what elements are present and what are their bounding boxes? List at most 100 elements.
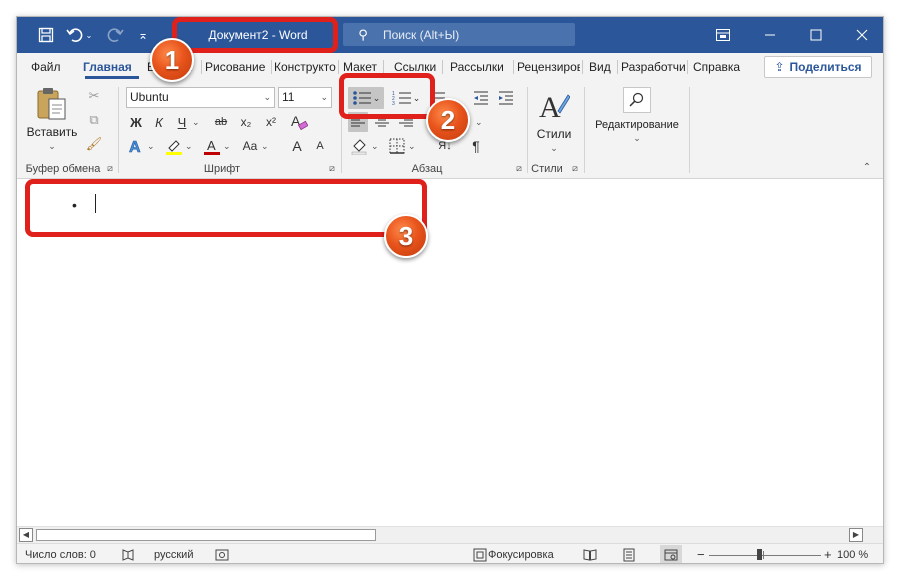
zoom-slider-thumb[interactable] [757, 549, 762, 560]
highlight-dropdown-icon[interactable]: ⌄ [185, 141, 193, 152]
grow-font-button[interactable]: A [287, 136, 307, 156]
shrink-font-button[interactable]: A [310, 136, 330, 156]
step-badge-1: 1 [150, 38, 194, 82]
borders-icon[interactable] [387, 136, 407, 156]
focus-icon[interactable] [472, 547, 488, 563]
font-color-dropdown-icon[interactable]: ⌄ [223, 141, 231, 152]
tab-design[interactable]: Конструктор [274, 53, 336, 81]
change-case-button[interactable]: Aa [240, 136, 260, 156]
customize-qat-icon[interactable]: ⌅ [131, 17, 155, 53]
line-spacing-dropdown-icon[interactable]: ⌄ [475, 117, 483, 128]
clipboard-launcher-icon[interactable]: ⧄ [105, 163, 115, 173]
styles-launcher-icon[interactable]: ⧄ [570, 163, 580, 173]
paste-label: Вставить [26, 125, 78, 139]
editing-dropdown-icon[interactable]: ⌄ [633, 133, 641, 144]
change-case-dropdown-icon[interactable]: ⌄ [261, 141, 269, 152]
share-button[interactable]: ⇪ Поделиться [764, 56, 872, 78]
highlight-box-bullets-button [339, 73, 435, 119]
shading-icon[interactable] [350, 136, 370, 156]
copy-icon[interactable]: ⧉ [84, 110, 104, 130]
svg-text:A: A [207, 138, 216, 153]
editing-button[interactable]: Редактирование ⌄ [589, 87, 685, 144]
macro-record-icon[interactable] [214, 547, 230, 563]
cut-icon[interactable]: ✂ [84, 86, 104, 106]
styles-dropdown-icon[interactable]: ⌄ [550, 143, 558, 154]
tab-mailings[interactable]: Рассылки [450, 53, 510, 81]
horizontal-scrollbar[interactable]: ◀ ▶ [17, 526, 883, 543]
tab-draw[interactable]: Рисование [205, 53, 269, 81]
zoom-out-button[interactable]: − [697, 544, 705, 563]
read-mode-icon[interactable] [582, 547, 598, 563]
text-effects-dropdown-icon[interactable]: ⌄ [147, 141, 155, 152]
step-badge-2: 2 [426, 98, 470, 142]
highlight-color-icon[interactable] [164, 136, 184, 156]
underline-button[interactable]: Ч [172, 112, 192, 132]
clear-formatting-icon[interactable]: A [289, 112, 309, 132]
font-size-dropdown-icon[interactable]: ⌄ [320, 88, 328, 107]
tab-help[interactable]: Справка [693, 53, 749, 81]
focus-mode[interactable]: Фокусировка [488, 544, 554, 563]
tab-view[interactable]: Вид [589, 53, 615, 81]
ribbon-display-options-icon[interactable] [700, 17, 746, 53]
italic-button[interactable]: К [149, 112, 169, 132]
search-placeholder: Поиск (Alt+Ы) [383, 27, 460, 42]
superscript-button[interactable]: x² [261, 112, 281, 132]
tab-home[interactable]: Главная [83, 53, 141, 81]
maximize-icon[interactable] [793, 17, 839, 53]
highlight-box-document-title [172, 17, 338, 53]
show-marks-button[interactable]: ¶ [466, 136, 486, 156]
strikethrough-button[interactable]: ab [211, 112, 231, 132]
svg-text:A: A [129, 139, 141, 155]
format-painter-icon[interactable]: 🖌 [84, 134, 104, 154]
paragraph-launcher-icon[interactable]: ⧄ [514, 163, 524, 173]
styles-button[interactable]: A Стили ⌄ [533, 87, 575, 154]
undo-dropdown-icon[interactable]: ⌄ [86, 31, 93, 40]
print-layout-icon[interactable] [621, 547, 637, 563]
minimize-icon[interactable] [747, 17, 793, 53]
close-icon[interactable] [839, 17, 883, 53]
web-layout-icon[interactable] [660, 545, 682, 563]
zoom-level[interactable]: 100 % [837, 544, 868, 563]
scroll-thumb[interactable] [36, 529, 376, 541]
step-badge-3: 3 [384, 214, 428, 258]
underline-dropdown-icon[interactable]: ⌄ [192, 117, 200, 128]
font-size-combo[interactable]: 11 ⌄ [278, 87, 332, 108]
language[interactable]: русский [154, 544, 193, 563]
font-name-combo[interactable]: Ubuntu ⌄ [126, 87, 275, 108]
zoom-in-button[interactable]: + [824, 544, 832, 563]
search-box[interactable]: ⚲ Поиск (Alt+Ы) [343, 23, 575, 46]
zoom-slider[interactable] [709, 555, 821, 556]
collapse-ribbon-icon[interactable]: ⌃ [862, 163, 872, 173]
shading-dropdown-icon[interactable]: ⌄ [371, 141, 379, 152]
borders-dropdown-icon[interactable]: ⌄ [408, 141, 416, 152]
ribbon-tabs: Файл Главная Вставка Рисование Конструкт… [17, 53, 883, 81]
find-icon [623, 87, 651, 113]
increase-indent-icon[interactable] [496, 88, 516, 108]
paste-dropdown-icon[interactable]: ⌄ [48, 141, 56, 152]
font-color-icon[interactable]: A [202, 136, 222, 156]
share-icon: ⇪ [774, 60, 785, 74]
paste-button[interactable]: Вставить ⌄ [27, 85, 77, 152]
redo-icon[interactable] [101, 17, 129, 53]
group-label-paragraph: Абзац [411, 163, 443, 175]
scroll-right-icon[interactable]: ▶ [849, 528, 863, 542]
search-icon: ⚲ [358, 26, 368, 42]
highlight-box-bulleted-line [25, 179, 427, 237]
tab-file[interactable]: Файл [31, 53, 65, 81]
undo-icon[interactable]: ⌄ [64, 17, 94, 53]
tab-review[interactable]: Рецензирование [517, 53, 580, 81]
bold-button[interactable]: Ж [126, 112, 146, 132]
font-launcher-icon[interactable]: ⧄ [327, 163, 337, 173]
subscript-button[interactable]: x₂ [236, 112, 256, 132]
proofing-icon[interactable] [120, 547, 136, 563]
group-label-clipboard: Буфер обмена [25, 163, 101, 175]
decrease-indent-icon[interactable] [471, 88, 491, 108]
share-label: Поделиться [789, 60, 862, 74]
scroll-left-icon[interactable]: ◀ [19, 528, 33, 542]
font-name-value: Ubuntu [130, 90, 169, 104]
tab-developer[interactable]: Разработчик [621, 53, 685, 81]
text-effects-icon[interactable]: A [126, 136, 146, 156]
save-icon[interactable] [31, 17, 61, 53]
word-count[interactable]: Число слов: 0 [25, 544, 96, 563]
font-name-dropdown-icon[interactable]: ⌄ [263, 88, 271, 107]
